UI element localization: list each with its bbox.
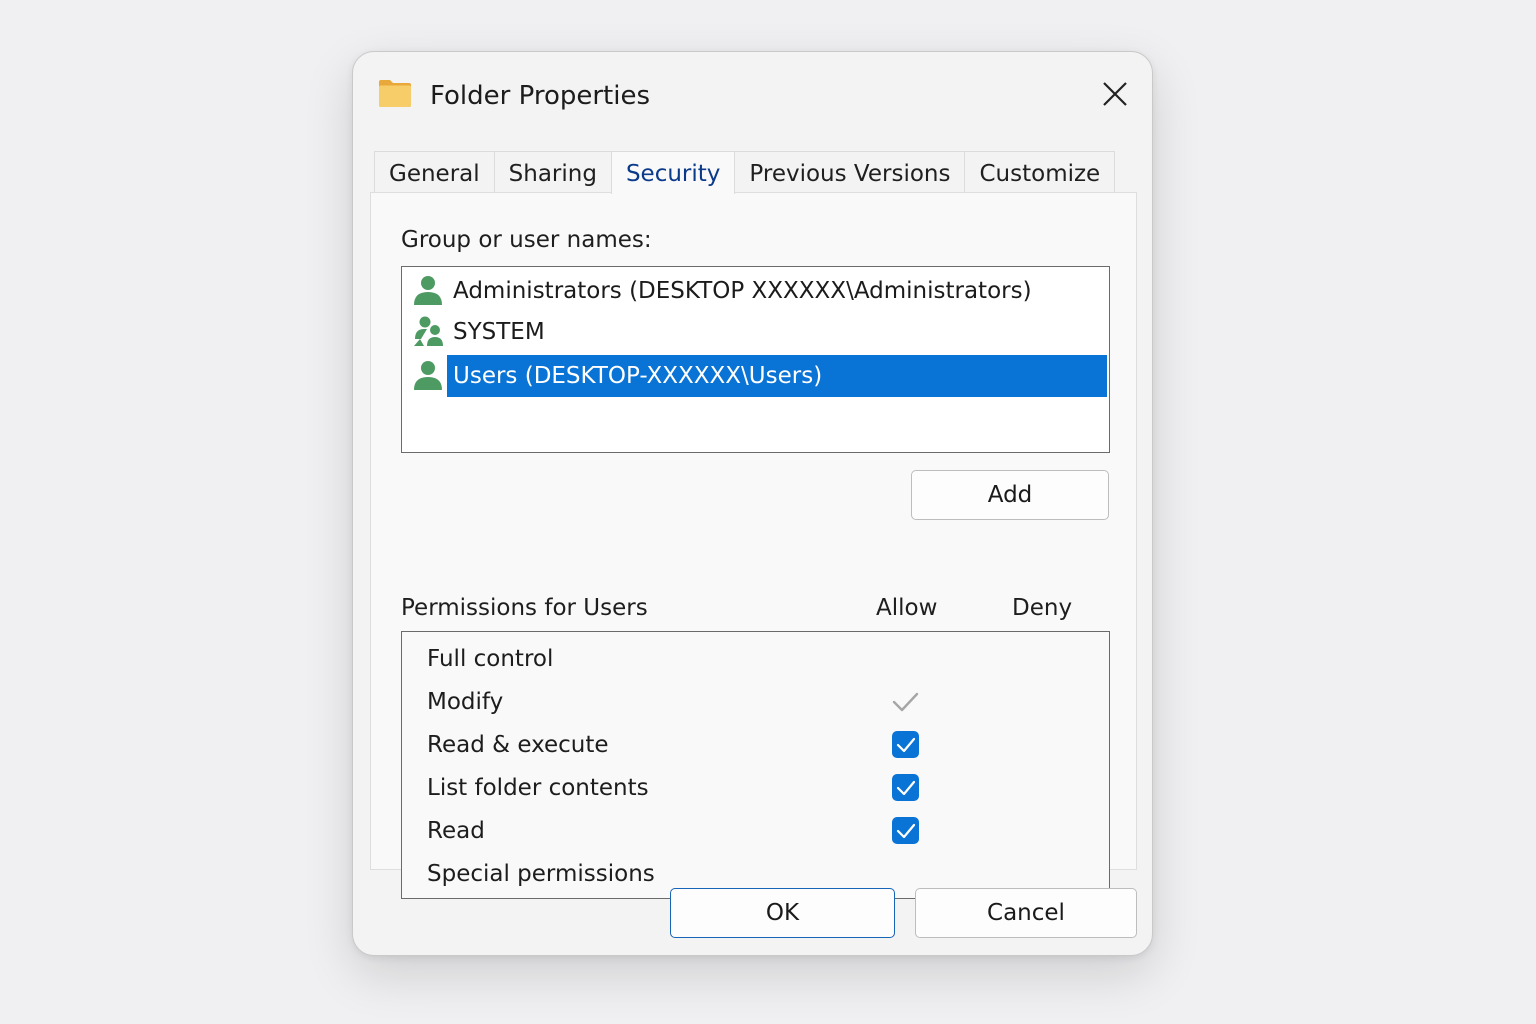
user-list[interactable]: Administrators (DESKTOP XXXXXX\Administr… [401,266,1110,453]
user-row-system[interactable]: SYSTEM [402,311,1109,353]
permission-row-modify: Modify [402,681,1109,724]
user-row-administrators[interactable]: Administrators (DESKTOP XXXXXX\Administr… [402,270,1109,312]
user-icon [412,274,444,306]
group-icon [412,315,444,347]
folder-properties-dialog: Folder Properties General Sharing Securi… [352,51,1153,956]
user-name: Administrators (DESKTOP XXXXXX\Administr… [453,278,1032,304]
permission-row-list-folder-contents: List folder contents [402,767,1109,810]
close-icon [1103,82,1127,106]
allow-checkbox-read[interactable] [892,817,919,844]
permission-name: Read [427,818,485,844]
tab-previous-versions[interactable]: Previous Versions [734,151,966,193]
security-panel: Group or user names: Administrators (DES… [370,192,1137,899]
permission-row-read-execute: Read & execute [402,724,1109,767]
permission-name: List folder contents [427,775,649,801]
permission-name: Read & execute [427,732,609,758]
checkmark-icon [896,780,915,795]
checkmark-icon [896,823,915,838]
permission-name: Special permissions [427,861,655,887]
permissions-list: Full control Modify Read & execute List … [401,631,1110,899]
user-name: Users (DESKTOP-XXXXXX\Users) [447,355,1107,397]
cancel-button[interactable]: Cancel [915,888,1137,938]
group-or-user-names-label: Group or user names: [401,227,652,253]
checkmark-icon [896,737,915,752]
allow-checkbox-list-folder-contents[interactable] [892,774,919,801]
allow-checkbox-read-execute[interactable] [892,731,919,758]
ok-button[interactable]: OK [670,888,895,938]
deny-column-header: Deny [1012,595,1073,621]
allow-column-header: Allow [876,595,938,621]
close-button[interactable] [1097,76,1133,112]
inherited-check-icon [890,688,920,716]
permissions-for-users-label: Permissions for Users [401,595,648,621]
window-title: Folder Properties [430,81,651,111]
folder-icon [378,78,412,108]
tab-strip: General Sharing Security Previous Versio… [374,151,1116,194]
tab-sharing[interactable]: Sharing [493,151,612,193]
permission-row-read: Read [402,810,1109,853]
title-bar[interactable]: Folder Properties [353,52,1152,142]
tab-security[interactable]: Security [610,151,736,194]
permission-row-full-control: Full control [402,638,1109,681]
permission-name: Full control [427,646,554,672]
permission-name: Modify [427,689,504,715]
tab-customize[interactable]: Customize [964,151,1116,193]
user-icon [412,359,444,391]
tab-general[interactable]: General [374,151,495,193]
add-button[interactable]: Add [911,470,1109,520]
user-row-users[interactable]: Users (DESKTOP-XXXXXX\Users) [402,355,1109,397]
user-name: SYSTEM [453,319,545,345]
